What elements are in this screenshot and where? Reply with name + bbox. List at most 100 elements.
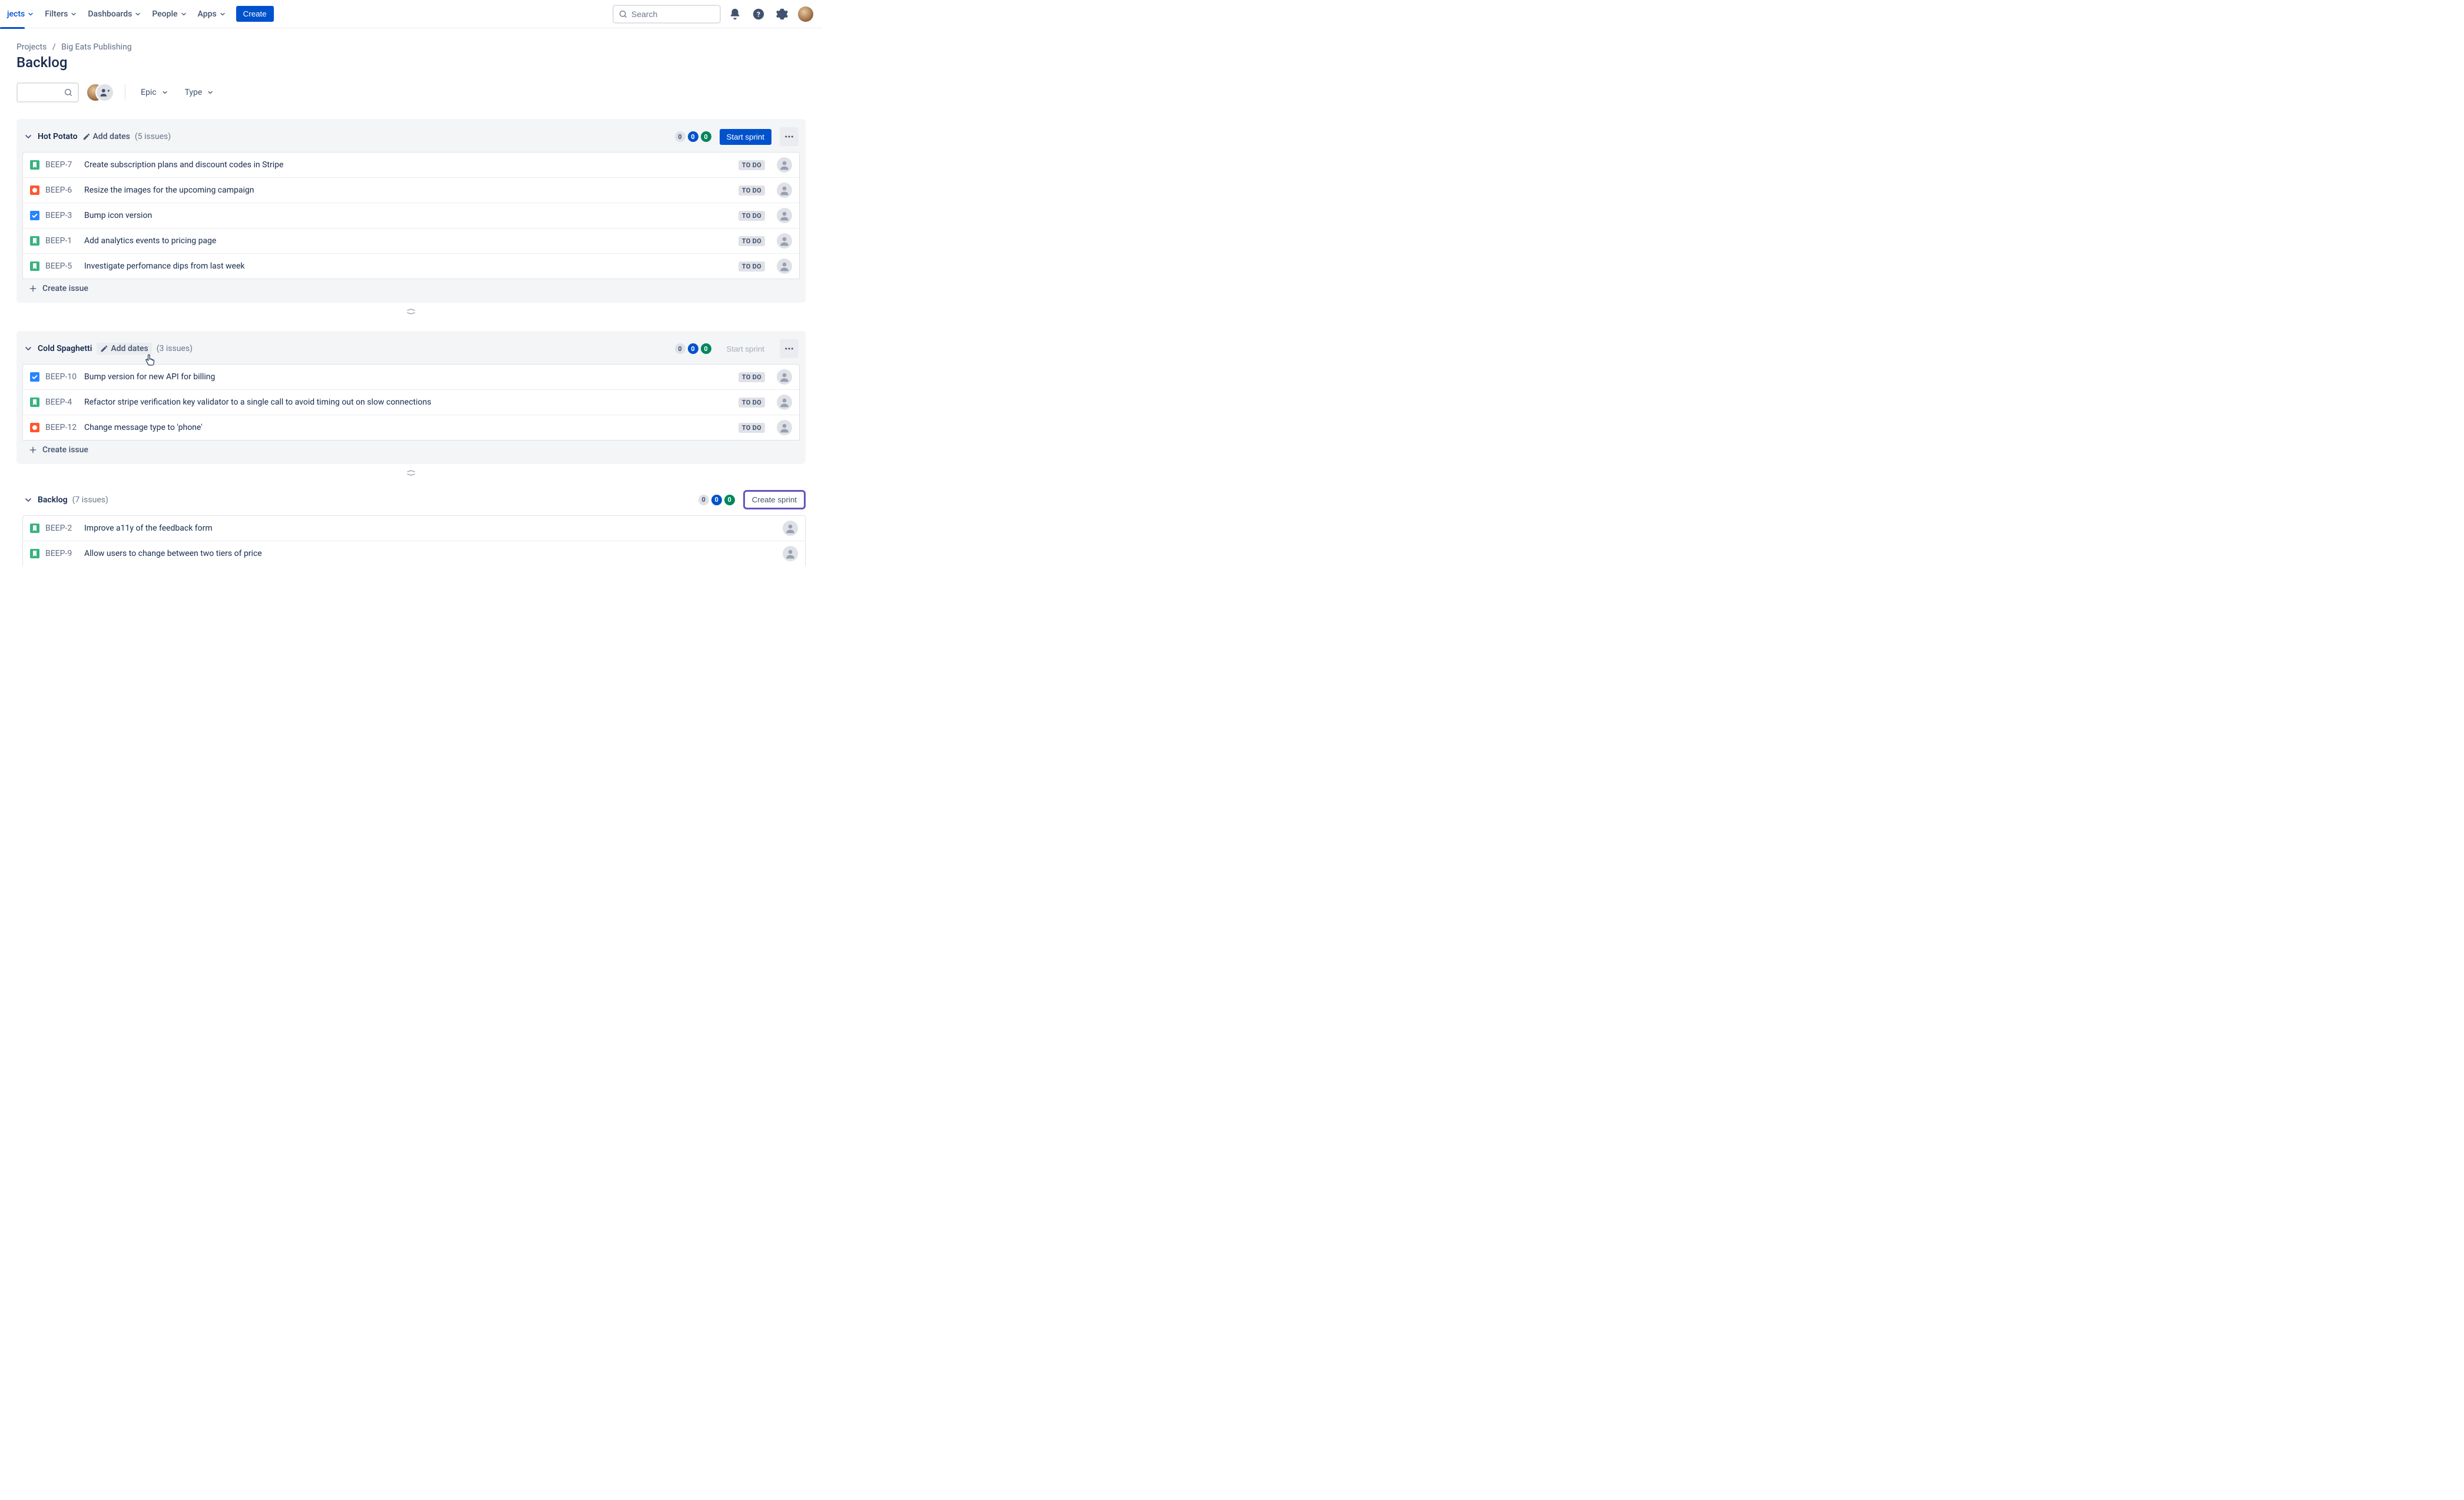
status-lozenge[interactable]: TO DO <box>738 186 765 196</box>
issue-count: (7 issues) <box>72 495 108 505</box>
profile-avatar[interactable] <box>796 5 815 24</box>
nav-item-apps[interactable]: Apps <box>194 7 230 21</box>
collapse-toggle[interactable] <box>24 344 33 353</box>
assignee-filter[interactable] <box>86 83 114 102</box>
issue-key[interactable]: BEEP-6 <box>45 186 78 195</box>
issue-summary[interactable]: Bump version for new API for billing <box>84 372 733 382</box>
assignee-avatar[interactable] <box>783 546 798 561</box>
issue-summary[interactable]: Allow users to change between two tiers … <box>84 549 771 558</box>
plus-icon <box>28 445 38 455</box>
chevron-down-icon <box>180 11 187 18</box>
bug-icon <box>30 186 39 195</box>
issue-summary[interactable]: Create subscription plans and discount c… <box>84 160 733 170</box>
add-dates-label: Add dates <box>111 344 148 353</box>
breadcrumb-project[interactable]: Big Eats Publishing <box>61 42 131 52</box>
issue-key[interactable]: BEEP-4 <box>45 398 78 407</box>
issue-list: BEEP-10 Bump version for new API for bill… <box>22 364 800 441</box>
create-issue-button[interactable]: Create issue <box>22 279 800 298</box>
type-filter[interactable]: Type <box>180 84 219 101</box>
issue-row[interactable]: BEEP-1 Add analytics events to pricing pa… <box>23 229 799 254</box>
issue-row[interactable]: BEEP-4 Refactor stripe verification key v… <box>23 390 799 415</box>
issue-summary[interactable]: Add analytics events to pricing page <box>84 236 733 246</box>
issue-row[interactable]: BEEP-6 Resize the images for the upcoming… <box>23 178 799 203</box>
task-icon <box>30 211 39 220</box>
status-lozenge[interactable]: TO DO <box>738 236 765 246</box>
issue-row[interactable]: BEEP-12 Change message type to 'phone' TO … <box>23 415 799 440</box>
issue-summary[interactable]: Refactor stripe verification key validat… <box>84 398 733 407</box>
assignee-avatar[interactable] <box>777 157 792 173</box>
backlog-section: Backlog (7 issues) 0 0 0 Create sprint B… <box>16 482 806 571</box>
issue-key[interactable]: BEEP-1 <box>45 236 78 246</box>
assignee-avatar[interactable] <box>777 233 792 249</box>
issue-key[interactable]: BEEP-9 <box>45 549 78 558</box>
issue-key[interactable]: BEEP-10 <box>45 372 78 382</box>
start-sprint-button[interactable]: Start sprint <box>720 129 771 145</box>
more-actions-button[interactable] <box>780 339 799 358</box>
breadcrumb: Projects / Big Eats Publishing <box>16 42 806 52</box>
create-button[interactable]: Create <box>236 6 274 22</box>
nav-item-filters[interactable]: Filters <box>41 7 81 21</box>
status-lozenge[interactable]: TO DO <box>738 398 765 408</box>
issue-summary[interactable]: Change message type to 'phone' <box>84 423 733 432</box>
collapse-toggle[interactable] <box>24 132 33 141</box>
status-lozenge[interactable]: TO DO <box>738 423 765 433</box>
nav-label: Filters <box>45 9 68 19</box>
status-lozenge[interactable]: TO DO <box>738 372 765 382</box>
issue-row[interactable]: BEEP-10 Bump version for new API for bill… <box>23 365 799 390</box>
status-lozenge[interactable]: TO DO <box>738 211 765 221</box>
create-issue-button[interactable]: Create issue <box>22 441 800 459</box>
settings-icon[interactable] <box>773 5 791 24</box>
issue-list: BEEP-2Improve a11y of the feedback formB… <box>22 515 806 566</box>
nav-item-people[interactable]: People <box>148 7 191 21</box>
issue-row[interactable]: BEEP-2 Improve a11y of the feedback form <box>23 516 805 541</box>
add-dates-button[interactable]: Add dates <box>97 343 151 355</box>
issue-row[interactable]: BEEP-3 Bump icon version TO DO <box>23 203 799 229</box>
done-count-badge: 0 <box>701 343 711 354</box>
resize-handle[interactable] <box>16 309 806 314</box>
status-badges: 0 0 0 <box>698 495 735 505</box>
breadcrumb-root[interactable]: Projects <box>16 42 47 52</box>
more-actions-button[interactable] <box>780 127 799 146</box>
issue-key[interactable]: BEEP-12 <box>45 423 78 432</box>
issue-row[interactable]: BEEP-9 Allow users to change between two … <box>23 541 805 566</box>
issue-summary[interactable]: Improve a11y of the feedback form <box>84 524 771 533</box>
issue-row[interactable]: BEEP-7 Create subscription plans and disc… <box>23 153 799 178</box>
issue-key[interactable]: BEEP-2 <box>45 524 78 533</box>
assignee-avatar[interactable] <box>777 369 792 385</box>
issue-row[interactable]: BEEP-5 Investigate perfomance dips from l… <box>23 254 799 279</box>
create-sprint-button[interactable]: Create sprint <box>751 494 798 505</box>
done-count-badge: 0 <box>724 495 735 505</box>
epic-filter[interactable]: Epic <box>136 84 173 101</box>
assignee-avatar[interactable] <box>783 521 798 536</box>
issue-key[interactable]: BEEP-7 <box>45 160 78 170</box>
chevron-down-icon <box>207 89 214 96</box>
start-sprint-button: Start sprint <box>720 341 771 357</box>
resize-handle[interactable] <box>16 470 806 476</box>
add-people-icon[interactable] <box>95 83 114 102</box>
notifications-icon[interactable] <box>726 5 744 24</box>
global-search-input[interactable] <box>631 9 715 19</box>
global-search[interactable] <box>612 5 721 24</box>
nav-label: jects <box>7 9 25 19</box>
help-icon[interactable]: ? <box>749 5 768 24</box>
add-dates-button[interactable]: Add dates <box>82 132 130 141</box>
board-search[interactable] <box>16 82 79 102</box>
collapse-toggle[interactable] <box>24 495 33 505</box>
section-name: Backlog <box>38 495 68 505</box>
todo-count-badge: 0 <box>698 495 709 505</box>
assignee-avatar[interactable] <box>777 208 792 223</box>
status-lozenge[interactable]: TO DO <box>738 261 765 271</box>
issue-summary[interactable]: Resize the images for the upcoming campa… <box>84 186 733 195</box>
assignee-avatar[interactable] <box>777 183 792 198</box>
nav-item-projects[interactable]: jects <box>7 7 38 21</box>
assignee-avatar[interactable] <box>777 420 792 435</box>
issue-summary[interactable]: Bump icon version <box>84 211 733 220</box>
issue-summary[interactable]: Investigate perfomance dips from last we… <box>84 261 733 271</box>
issue-key[interactable]: BEEP-3 <box>45 211 78 220</box>
inprogress-count-badge: 0 <box>688 131 698 142</box>
nav-item-dashboards[interactable]: Dashboards <box>84 7 145 21</box>
assignee-avatar[interactable] <box>777 259 792 274</box>
issue-key[interactable]: BEEP-5 <box>45 261 78 271</box>
status-lozenge[interactable]: TO DO <box>738 160 765 170</box>
assignee-avatar[interactable] <box>777 395 792 410</box>
